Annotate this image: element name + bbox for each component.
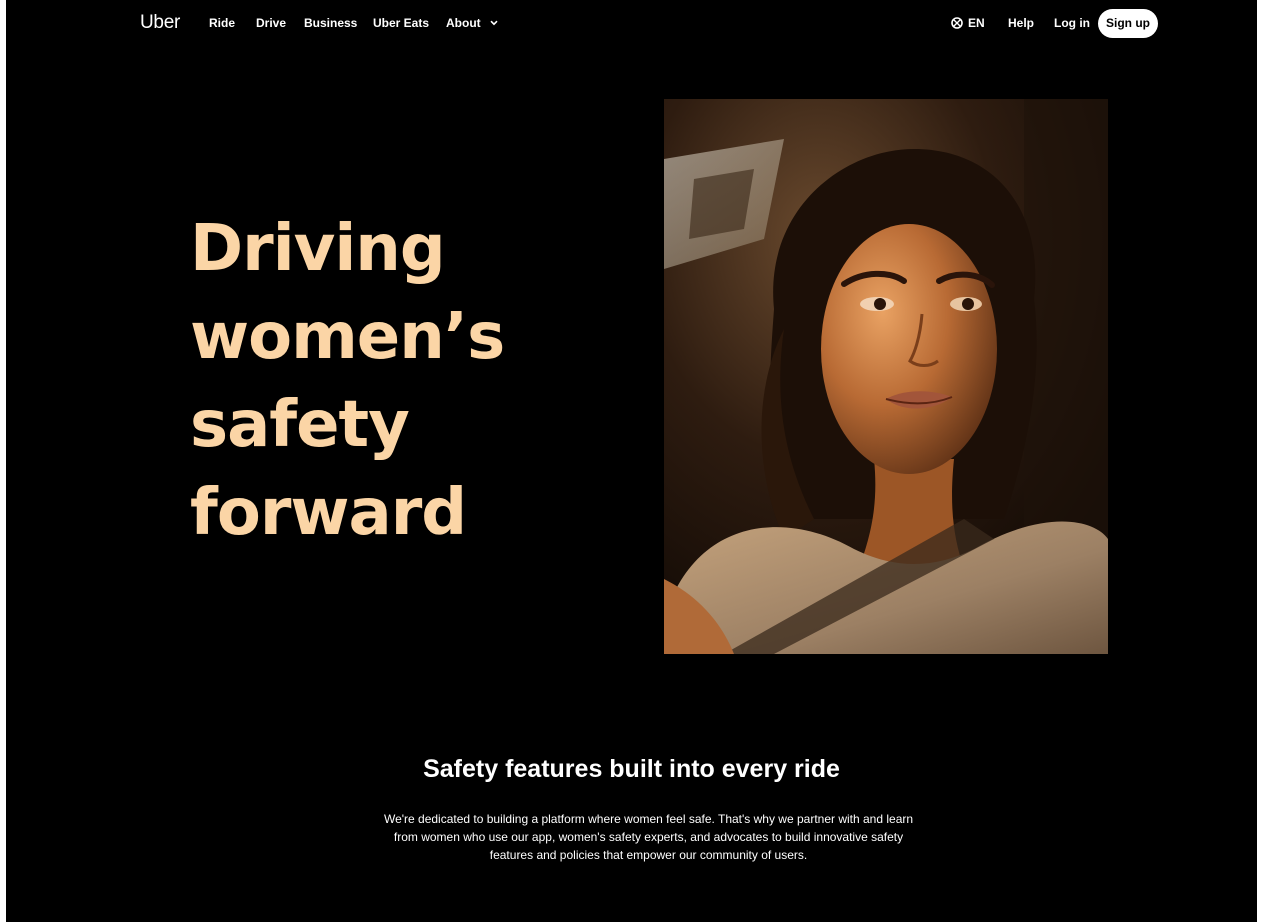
- safety-section-title: Safety features built into every ride: [423, 755, 840, 783]
- hero-photo: [664, 99, 1108, 654]
- nav-login[interactable]: Log in: [1054, 16, 1090, 30]
- hero-title-line-4: forward: [190, 476, 467, 550]
- hero-title-line-3: safety: [190, 388, 410, 462]
- globe-icon: [951, 17, 963, 29]
- woman-portrait-image: [664, 99, 1108, 654]
- hero-title-line-1: Driving: [190, 212, 446, 286]
- hero-title: Driving women’s safety forward: [190, 205, 505, 557]
- nav-uber-eats[interactable]: Uber Eats: [373, 16, 429, 30]
- nav-drive[interactable]: Drive: [256, 16, 286, 30]
- safety-body-line-2: from women who use our app, women's safe…: [393, 830, 904, 844]
- nav-business[interactable]: Business: [304, 16, 357, 30]
- sign-up-button[interactable]: Sign up: [1098, 9, 1158, 38]
- hero-title-line-2: women’s: [190, 300, 505, 374]
- uber-logo[interactable]: Uber: [140, 12, 180, 34]
- language-label: EN: [968, 16, 985, 30]
- language-selector[interactable]: EN: [951, 16, 985, 30]
- safety-section-body: We're dedicated to building a platform w…: [351, 810, 946, 864]
- nav-about-label: About: [446, 16, 481, 30]
- safety-body-line-3: features and policies that empower our c…: [489, 848, 808, 862]
- safety-body-line-1: We're dedicated to building a platform w…: [383, 812, 914, 826]
- top-nav: Uber Ride Drive Business Uber Eats About…: [6, 0, 1257, 46]
- chevron-down-icon: [490, 20, 498, 26]
- page: Uber Ride Drive Business Uber Eats About…: [6, 0, 1257, 922]
- nav-ride[interactable]: Ride: [209, 16, 235, 30]
- nav-help[interactable]: Help: [1008, 16, 1034, 30]
- nav-about[interactable]: About: [446, 16, 498, 30]
